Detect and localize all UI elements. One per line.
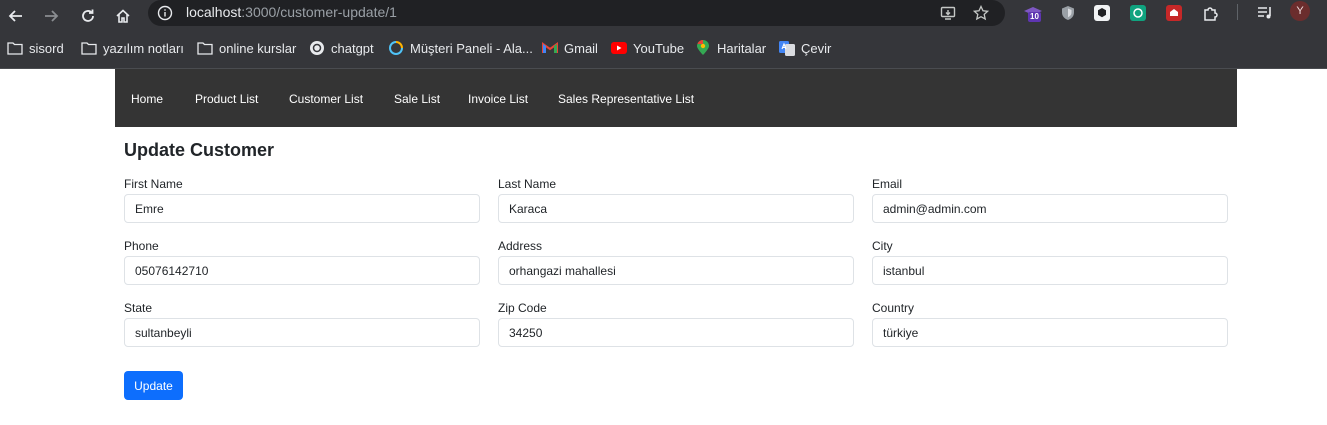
- bookmark-label: sisord: [29, 40, 64, 56]
- first-name-label: First Name: [124, 177, 183, 191]
- bookmark-label: Müşteri Paneli - Ala...: [410, 40, 533, 56]
- folder-icon: [81, 40, 97, 56]
- profile-avatar[interactable]: Y: [1290, 1, 1310, 21]
- site-info-icon[interactable]: [157, 5, 173, 21]
- bookmark-musteri-paneli[interactable]: Müşteri Paneli - Ala...: [388, 39, 533, 57]
- city-input[interactable]: [872, 256, 1228, 285]
- toolbar-separator: [1237, 4, 1238, 20]
- bookmark-youtube[interactable]: YouTube: [611, 39, 684, 57]
- nav-product-list[interactable]: Product List: [195, 92, 258, 106]
- email-label: Email: [872, 177, 903, 191]
- folder-icon: [7, 40, 23, 56]
- chatgpt-icon: [309, 40, 325, 56]
- bookmark-label: YouTube: [633, 40, 685, 56]
- nav-sales-representative-list[interactable]: Sales Representative List: [558, 92, 694, 106]
- bookmark-online-kurslar[interactable]: online kurslar: [197, 39, 296, 57]
- bookmark-gmail[interactable]: Gmail: [542, 39, 598, 57]
- bookmark-label: Gmail: [564, 40, 598, 56]
- bookmark-star-icon[interactable]: [971, 3, 991, 23]
- country-label: Country: [872, 301, 915, 315]
- bookmark-sisord[interactable]: sisord: [7, 39, 64, 57]
- email-input[interactable]: [872, 194, 1228, 223]
- folder-icon: [197, 40, 213, 56]
- state-input[interactable]: [124, 318, 480, 347]
- zip-code-input[interactable]: [498, 318, 854, 347]
- address-bar[interactable]: localhost:3000/customer-update/1: [148, 0, 1005, 26]
- forward-icon[interactable]: [37, 2, 65, 30]
- url-text[interactable]: localhost:3000/customer-update/1: [186, 4, 397, 20]
- update-button[interactable]: Update: [124, 371, 183, 400]
- phone-label: Phone: [124, 239, 159, 253]
- youtube-icon: [611, 40, 627, 56]
- url-host: localhost: [186, 4, 242, 20]
- last-name-input[interactable]: [498, 194, 854, 223]
- nav-home[interactable]: Home: [131, 92, 163, 106]
- bookmark-yazilim-notlari[interactable]: yazılım notları: [81, 39, 184, 57]
- home-icon[interactable]: [109, 2, 137, 30]
- maps-icon: [695, 40, 711, 56]
- nav-sale-list[interactable]: Sale List: [394, 92, 440, 106]
- gmail-icon: [542, 40, 558, 56]
- bookmark-label: yazılım notları: [103, 40, 184, 56]
- back-icon[interactable]: [2, 2, 30, 30]
- shield-extension-icon[interactable]: [1057, 2, 1079, 24]
- extensions-puzzle-icon[interactable]: [1200, 2, 1222, 24]
- translate-icon: [779, 40, 795, 56]
- page-title: Update Customer: [124, 140, 275, 160]
- bookmark-label: Haritalar: [717, 40, 767, 56]
- phone-input[interactable]: [124, 256, 480, 285]
- url-path: :3000/customer-update/1: [241, 4, 397, 20]
- media-control-icon[interactable]: [1254, 2, 1276, 24]
- chatgpt-extension-icon[interactable]: [1127, 2, 1149, 24]
- bookmark-label: Çevir: [801, 40, 832, 56]
- app-navbar: Home Product List Customer List Sale Lis…: [115, 69, 1237, 127]
- bookmark-haritalar[interactable]: Haritalar: [695, 39, 766, 57]
- install-app-icon[interactable]: [938, 3, 958, 23]
- zip-code-label: Zip Code: [498, 301, 547, 315]
- last-name-label: Last Name: [498, 177, 557, 191]
- bookmark-chatgpt[interactable]: chatgpt: [309, 39, 374, 57]
- browser-toolbar: localhost:3000/customer-update/1 10 Y: [0, 0, 1327, 34]
- address-label: Address: [498, 239, 543, 253]
- cube-extension-icon[interactable]: [1091, 2, 1113, 24]
- red-extension-icon[interactable]: [1163, 2, 1185, 24]
- city-label: City: [872, 239, 893, 253]
- bookmark-cevir[interactable]: Çevir: [779, 39, 831, 57]
- nav-invoice-list[interactable]: Invoice List: [468, 92, 528, 106]
- bookmark-label: chatgpt: [331, 40, 374, 56]
- address-input[interactable]: [498, 256, 854, 285]
- bookmark-label: online kurslar: [219, 40, 297, 56]
- loading-icon: [388, 40, 404, 56]
- nav-customer-list[interactable]: Customer List: [289, 92, 363, 106]
- reload-icon[interactable]: [74, 2, 102, 30]
- state-label: State: [124, 301, 153, 315]
- country-input[interactable]: [872, 318, 1228, 347]
- first-name-input[interactable]: [124, 194, 480, 223]
- extension-badge: 10: [1028, 12, 1041, 22]
